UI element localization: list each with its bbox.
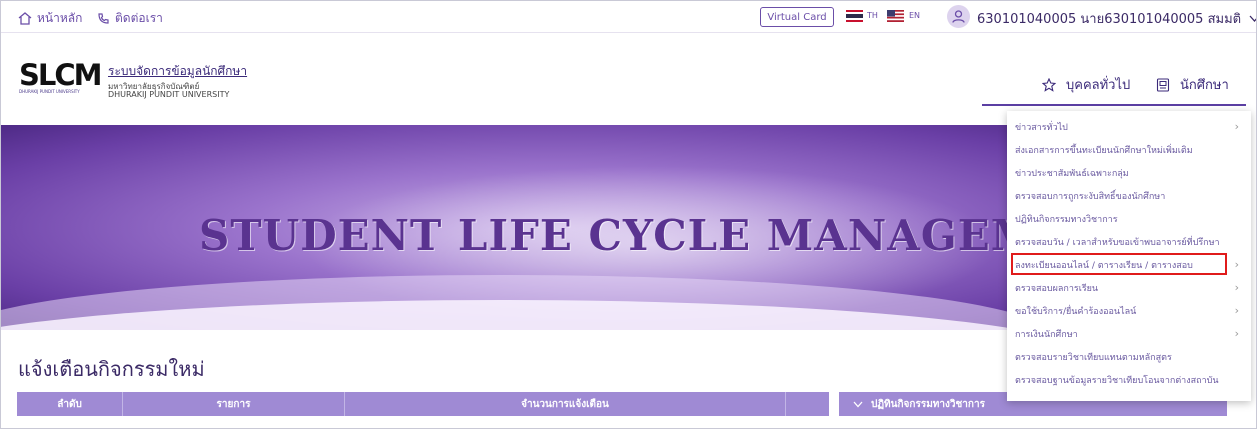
menu-item-label: ตรวจสอบวัน / เวลาสำหรับขอเข้าพบอาจารย์ที… — [1015, 238, 1220, 248]
menu-item[interactable]: ตรวจสอบวัน / เวลาสำหรับขอเข้าพบอาจารย์ที… — [1007, 231, 1251, 253]
menu-item[interactable]: ตรวจสอบผลการเรียน › — [1007, 277, 1251, 299]
nav-active-underline — [982, 104, 1246, 106]
column-header: ลำดับ — [17, 392, 123, 416]
menu-item[interactable]: ส่งเอกสารการขึ้นทะเบียนนักศึกษาใหม่เพิ่ม… — [1007, 139, 1251, 161]
menu-item-label: การเงินนักศึกษา — [1015, 330, 1078, 340]
banner-title: STUDENT LIFE CYCLE MANAGEME — [199, 211, 1072, 260]
menu-item[interactable]: ข่าวสารทั่วไป › — [1007, 116, 1251, 138]
nav-student-label: นักศึกษา — [1180, 78, 1229, 93]
menu-item[interactable]: ขอใช้บริการ/ยื่นคำร้องออนไลน์ › — [1007, 300, 1251, 322]
menu-item[interactable]: ตรวจสอบฐานข้อมูลรายวิชาเทียบโอนจากต่างสถ… — [1007, 369, 1251, 391]
menu-item[interactable]: ข่าวประชาสัมพันธ์เฉพาะกลุ่ม — [1007, 162, 1251, 184]
home-label: หน้าหลัก — [37, 11, 83, 25]
chevron-right-icon: › — [1234, 327, 1239, 340]
menu-item-label: ตรวจสอบการถูกระงับสิทธิ์ของนักศึกษา — [1015, 192, 1166, 202]
page-frame: หน้าหลัก ติดต่อเรา Virtual Card TH EN 63… — [0, 0, 1257, 429]
chevron-down-icon — [853, 401, 863, 407]
menu-item[interactable]: ปฏิทินกิจกรรมทางวิชาการ — [1007, 208, 1251, 230]
menu-item[interactable]: ตรวจสอบรายวิชาเทียบแทนตามหลักสูตร — [1007, 346, 1251, 368]
chevron-right-icon: › — [1234, 281, 1239, 294]
star-icon — [1042, 77, 1056, 92]
user-name: 630101040005 นาย630101040005 สมมติ — [977, 12, 1242, 27]
contact-link[interactable]: ติดต่อเรา — [97, 9, 163, 28]
column-header: รายการ — [123, 392, 345, 416]
contact-label: ติดต่อเรา — [115, 11, 163, 25]
notice-table-header: ลำดับ รายการ จำนวนการแจ้งเตือน — [17, 392, 829, 416]
column-header: จำนวนการแจ้งเตือน — [345, 392, 786, 416]
menu-item[interactable]: การเงินนักศึกษา › — [1007, 323, 1251, 345]
slcm-logo[interactable]: SLCM DHURAKIJ PUNDIT UNIVERSITY — [19, 58, 103, 95]
chevron-right-icon: › — [1234, 258, 1239, 271]
menu-item[interactable]: ตรวจสอบการถูกระงับสิทธิ์ของนักศึกษา — [1007, 185, 1251, 207]
menu-item-label: ตรวจสอบฐานข้อมูลรายวิชาเทียบโอนจากต่างสถ… — [1015, 376, 1219, 386]
notice-title: แจ้งเตือนกิจกรรมใหม่ — [18, 357, 205, 381]
highlight-annotation — [1011, 253, 1227, 275]
nav-student[interactable]: นักศึกษา — [1156, 74, 1229, 95]
avatar[interactable] — [947, 5, 970, 28]
nav-general-label: บุคคลทั่วไป — [1066, 78, 1131, 93]
chevron-right-icon: › — [1234, 120, 1239, 133]
top-divider — [1, 32, 1256, 33]
menu-item-label: ข่าวประชาสัมพันธ์เฉพาะกลุ่ม — [1015, 169, 1129, 179]
chevron-right-icon: › — [1234, 304, 1239, 317]
menu-item-label: ปฏิทินกิจกรรมทางวิชาการ — [1015, 215, 1118, 225]
home-link[interactable]: หน้าหลัก — [18, 9, 82, 28]
menu-item-label: ตรวจสอบผลการเรียน — [1015, 284, 1099, 294]
menu-item-label: ส่งเอกสารการขึ้นทะเบียนนักศึกษาใหม่เพิ่ม… — [1015, 146, 1193, 156]
phone-icon — [98, 13, 109, 24]
us-flag-icon[interactable] — [887, 10, 904, 22]
lang-th[interactable]: TH — [867, 11, 878, 20]
university-name-en: DHURAKIJ PUNDIT UNIVERSITY — [108, 90, 230, 99]
chevron-down-icon — [1249, 15, 1256, 22]
thai-flag-icon[interactable] — [846, 10, 863, 22]
nav-general-public[interactable]: บุคคลทั่วไป — [1042, 74, 1130, 95]
system-title[interactable]: ระบบจัดการข้อมูลนักศึกษา — [108, 62, 247, 81]
logo-text: SLCM — [19, 58, 103, 92]
column-header-empty — [786, 392, 829, 416]
menu-item-label: ข่าวสารทั่วไป — [1015, 123, 1068, 133]
lang-en[interactable]: EN — [909, 11, 920, 20]
home-icon — [18, 12, 32, 25]
panel-title: ปฏิทินกิจกรรมทางวิชาการ — [871, 398, 985, 410]
user-menu[interactable]: 630101040005 นาย630101040005 สมมติ — [977, 8, 1256, 29]
id-card-icon — [1156, 77, 1170, 92]
top-bar: หน้าหลัก ติดต่อเรา Virtual Card TH EN 63… — [1, 1, 1256, 32]
virtual-card-button[interactable]: Virtual Card — [760, 7, 834, 27]
menu-item-label: ขอใช้บริการ/ยื่นคำร้องออนไลน์ — [1015, 307, 1137, 317]
user-icon — [952, 10, 965, 23]
menu-item-label: ตรวจสอบรายวิชาเทียบแทนตามหลักสูตร — [1015, 353, 1172, 363]
